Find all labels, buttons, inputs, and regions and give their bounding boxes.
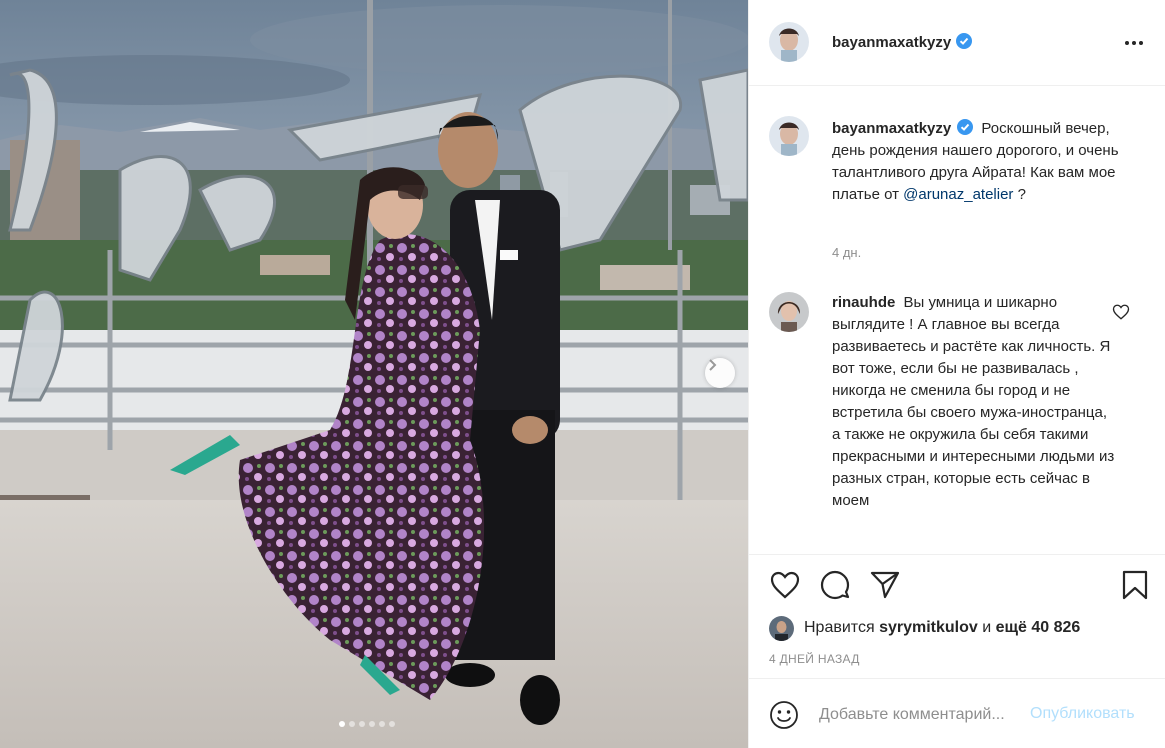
carousel-dot <box>369 721 375 727</box>
caption-mention-link[interactable]: @arunaz_atelier <box>903 186 1013 203</box>
comments-list[interactable]: bayanmaxatkyzy Роскошный вечер, день рож… <box>749 87 1165 554</box>
publish-comment-button[interactable]: Опубликовать <box>1030 705 1135 723</box>
post-header: bayanmaxatkyzy <box>749 0 1165 86</box>
comment: rinauhde Вы умница и шикарно выглядите !… <box>832 292 1117 512</box>
emoji-icon[interactable] <box>769 700 799 730</box>
post-timestamp[interactable]: 4 ДНЕЙ НАЗАД <box>769 652 860 666</box>
carousel-dot <box>339 721 345 727</box>
chevron-right-icon <box>709 359 717 371</box>
carousel-indicator <box>339 721 395 727</box>
carousel-dot <box>379 721 385 727</box>
liker-avatar[interactable] <box>769 615 794 641</box>
post-photo <box>0 0 748 748</box>
verified-badge-icon <box>957 119 974 135</box>
comment-like-heart-icon[interactable] <box>1112 303 1130 321</box>
likes-count-link[interactable]: ещё 40 826 <box>996 619 1081 637</box>
likes-summary: Нравится syrymitkulov и ещё 40 826 <box>769 615 1080 641</box>
add-comment-input[interactable] <box>819 703 1039 727</box>
commenter-avatar[interactable] <box>769 292 809 332</box>
like-heart-icon[interactable] <box>769 569 801 601</box>
likes-prefix: Нравится <box>804 619 875 636</box>
carousel-next-button[interactable] <box>705 358 735 388</box>
author-username[interactable]: bayanmaxatkyzy <box>832 34 951 51</box>
more-horizontal-icon[interactable] <box>1122 33 1146 53</box>
carousel-dot <box>349 721 355 727</box>
post-image[interactable] <box>0 0 748 748</box>
comment-icon[interactable] <box>819 569 851 601</box>
save-bookmark-icon[interactable] <box>1119 569 1151 601</box>
share-direct-icon[interactable] <box>869 569 901 601</box>
caption-timestamp[interactable]: 4 дн. <box>832 245 861 260</box>
caption-end: ? <box>1013 186 1026 203</box>
add-comment-bar: Опубликовать <box>749 678 1165 748</box>
post-actions: Нравится syrymitkulov и ещё 40 826 4 ДНЕ… <box>749 554 1165 678</box>
likes-middle: и <box>982 619 992 636</box>
carousel-dot <box>389 721 395 727</box>
caption-username[interactable]: bayanmaxatkyzy <box>832 120 951 137</box>
comment-text: Вы умница и шикарно выглядите ! А главно… <box>832 294 1115 509</box>
liker-username[interactable]: syrymitkulov <box>879 619 978 637</box>
post-caption: bayanmaxatkyzy Роскошный вечер, день рож… <box>832 118 1132 206</box>
carousel-dot <box>359 721 365 727</box>
comment-username[interactable]: rinauhde <box>832 294 895 311</box>
post-details-panel: bayanmaxatkyzy bayanmaxatkyzy Роскошный … <box>748 0 1165 748</box>
caption-author-avatar[interactable] <box>769 116 809 156</box>
author-avatar[interactable] <box>769 22 809 62</box>
verified-badge-icon <box>956 33 973 49</box>
